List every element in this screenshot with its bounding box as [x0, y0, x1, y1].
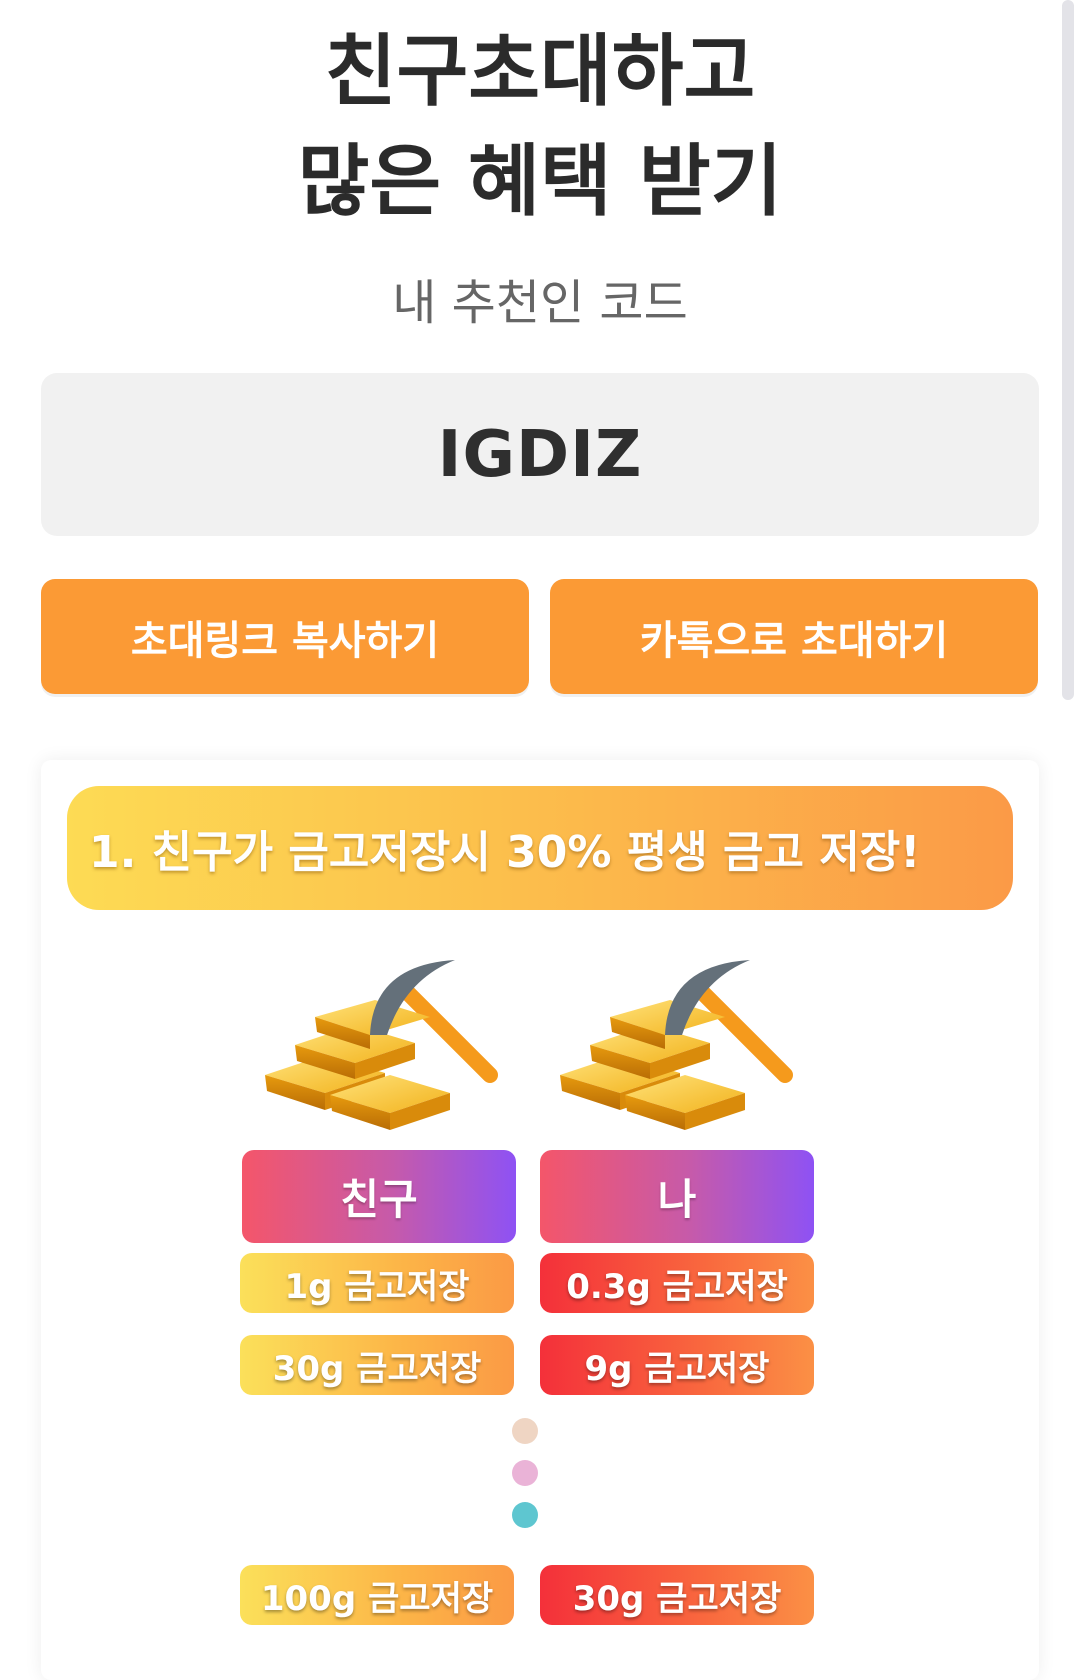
page-title-line1: 친구초대하고 — [324, 27, 756, 117]
gold-bars-with-pickaxe-icon — [265, 960, 498, 1130]
copy-invite-link-button[interactable]: 초대링크 복사하기 — [41, 579, 529, 694]
ellipsis-dot — [512, 1460, 538, 1486]
friend-reward-100g: 100g 금고저장 — [240, 1565, 514, 1625]
column-header-friend: 친구 — [242, 1150, 516, 1243]
gold-bars-with-pickaxe-icon — [560, 960, 793, 1130]
kakao-invite-button[interactable]: 카톡으로 초대하기 — [550, 579, 1038, 694]
friend-reward-30g: 30g 금고저장 — [240, 1335, 514, 1395]
friend-reward-1g: 1g 금고저장 — [240, 1253, 514, 1313]
my-reward-0-3g: 0.3g 금고저장 — [540, 1253, 814, 1313]
ellipsis-dot — [512, 1502, 538, 1528]
referral-code-label: 내 추천인 코드 — [392, 275, 688, 331]
page-title-line2: 많은 혜택 받기 — [297, 137, 783, 227]
referral-code: IGDIZ — [437, 417, 643, 492]
my-reward-30g: 30g 금고저장 — [540, 1565, 814, 1625]
my-reward-9g: 9g 금고저장 — [540, 1335, 814, 1395]
ellipsis-dot — [512, 1418, 538, 1444]
referral-code-box: IGDIZ — [41, 373, 1039, 536]
benefit-banner-text: 1. 친구가 금고저장시 30% 평생 금고 저장! — [89, 827, 921, 878]
benefit-banner: 1. 친구가 금고저장시 30% 평생 금고 저장! — [67, 786, 1013, 910]
column-header-me: 나 — [540, 1150, 814, 1243]
